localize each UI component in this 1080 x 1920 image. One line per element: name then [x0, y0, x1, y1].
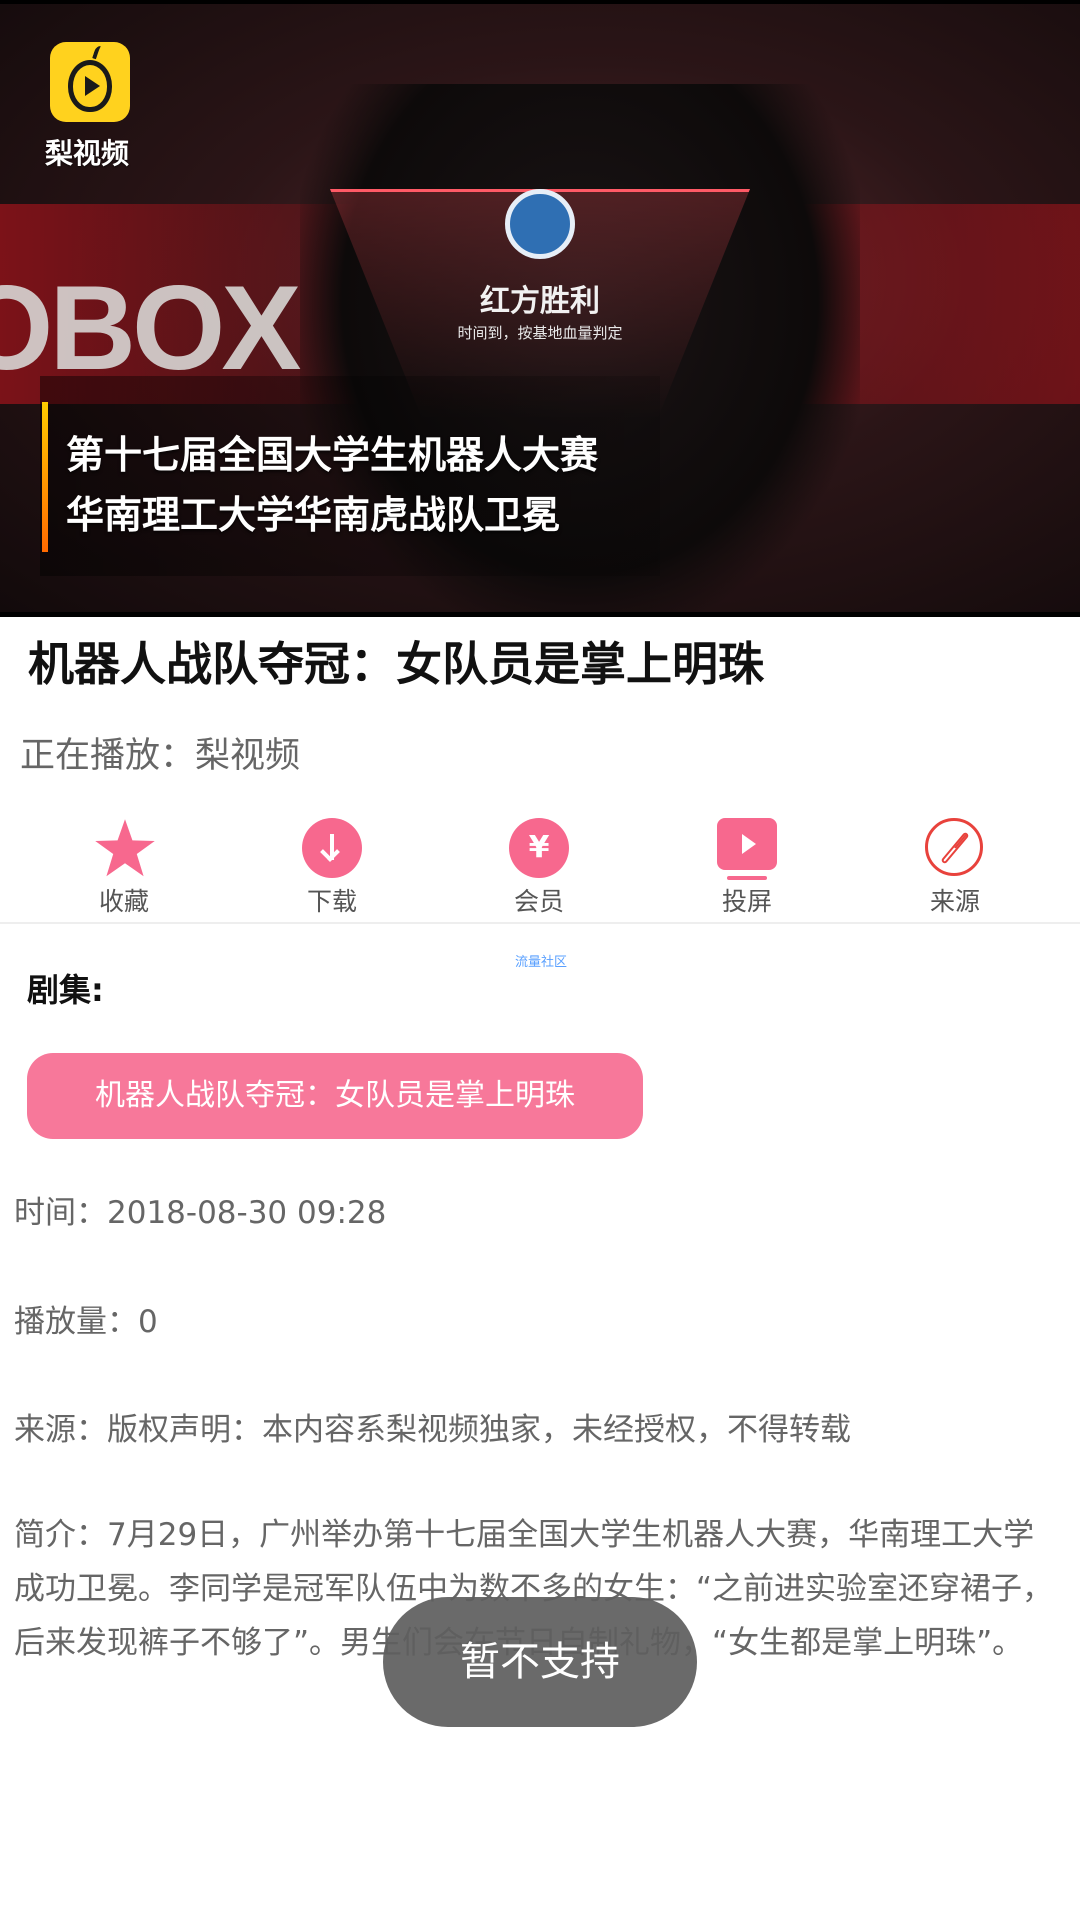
- download-button[interactable]: 下载: [257, 812, 407, 922]
- download-label: 下载: [306, 887, 357, 916]
- pear-video-logo-text: 梨视频: [45, 137, 130, 170]
- episodes-heading: 剧集:: [27, 971, 104, 1009]
- star-icon: [95, 819, 155, 877]
- video-detail-page: OBOX 红方胜利 时间到，按基地血量判定 梨视频 第十七届全国大学生机器人大赛…: [0, 0, 1080, 1920]
- source-button[interactable]: 来源: [880, 812, 1030, 922]
- action-bar: 收藏 下载 ¥ 会员 投屏 来源: [0, 812, 1080, 924]
- video-caption-line-1: 第十七届全国大学生机器人大赛: [66, 433, 599, 477]
- cast-screen-label: 投屏: [721, 887, 772, 916]
- favorite-label: 收藏: [98, 887, 149, 916]
- source-label: 来源: [929, 887, 980, 916]
- favorite-button[interactable]: 收藏: [49, 812, 199, 922]
- toast-message: 暂不支持: [383, 1597, 697, 1727]
- cast-screen-icon: [717, 818, 777, 870]
- vip-label: 会员: [513, 887, 564, 916]
- video-caption-line-2: 华南理工大学华南虎战队卫冕: [66, 493, 561, 537]
- caption-accent-bar: [42, 402, 48, 552]
- source-statement: 来源：版权声明：本内容系梨视频独家，未经授权，不得转载: [14, 1412, 851, 1448]
- university-emblem-icon: [505, 189, 575, 259]
- vip-button[interactable]: ¥ 会员: [464, 812, 614, 922]
- cast-screen-button[interactable]: 投屏: [672, 812, 822, 922]
- compass-icon: [925, 818, 983, 876]
- view-count: 播放量：0: [14, 1304, 158, 1340]
- episode-item[interactable]: 机器人战队夺冠：女队员是掌上明珠: [27, 1053, 643, 1139]
- video-title: 机器人战队夺冠：女队员是掌上明珠: [28, 637, 764, 691]
- now-playing-label: 正在播放：梨视频: [20, 736, 301, 776]
- victory-badge-title: 红方胜利: [480, 284, 600, 319]
- victory-badge-subtitle: 时间到，按基地血量判定: [457, 324, 623, 342]
- publish-time: 时间：2018-08-30 09:28: [14, 1195, 387, 1231]
- pear-video-logo-icon: [50, 42, 130, 122]
- watermark-text: 流量社区: [515, 955, 568, 970]
- video-player[interactable]: OBOX 红方胜利 时间到，按基地血量判定 梨视频 第十七届全国大学生机器人大赛…: [0, 0, 1080, 617]
- yen-icon: ¥: [509, 818, 569, 878]
